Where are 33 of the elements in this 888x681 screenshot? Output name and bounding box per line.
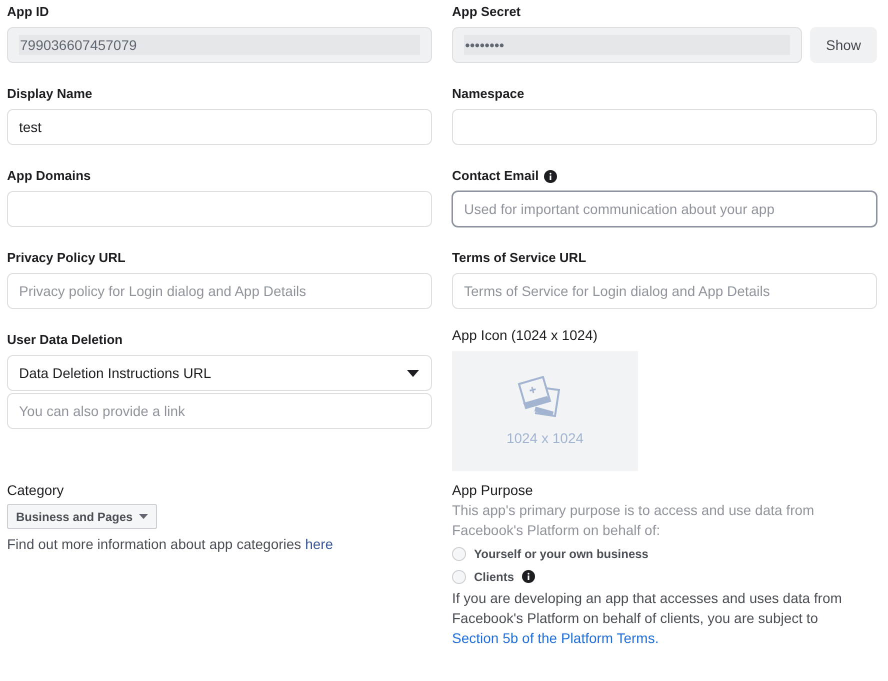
note-text: If you are developing an app that accesses and uses data from Facebook's Platform on behalf of clients, you are subject to Section 5b of the Platform Terms. [452,589,843,648]
field-label: App Domains [7,167,91,185]
caret-icon [407,370,419,376]
description-text: This app's primary purpose is to access and use data from Facebook's Platform on behalf of: [452,501,816,540]
info-icon[interactable] [544,170,557,182]
field-label: Contact Email [452,167,539,185]
input-field[interactable]: 799036607457079 [7,27,432,63]
caret-icon [138,514,148,519]
info-icon[interactable] [522,570,536,583]
terms-link[interactable]: Section 5b of the Platform Terms. [452,630,659,646]
field-label: Privacy Policy URL [7,249,126,267]
field-label: App ID [7,3,49,21]
icon-size-text: 1024 x 1024 [506,430,584,446]
field-label: Display Name [7,85,92,103]
input-field[interactable]: Used for important communication about your app [452,191,877,227]
field-label: Category [7,481,64,500]
field-label: Namespace [452,85,524,103]
category-dropdown[interactable]: Business and Pages [7,504,157,529]
input-field[interactable]: test [7,109,432,145]
field-label: Terms of Service URL [452,249,586,267]
show-button[interactable]: Show [810,27,877,63]
field-label: App Secret [452,3,521,21]
field-label: App Purpose [452,481,533,500]
radio-button[interactable] [452,546,466,560]
here-link[interactable]: here [305,536,334,552]
dropdown[interactable]: Data Deletion Instructions URL [7,355,432,391]
radio-button[interactable] [452,570,466,584]
radio-label: Clients [474,570,514,584]
help-text: Find out more information about app categories here [7,535,334,554]
field-label: User Data Deletion [7,331,123,349]
radio-label: Yourself or your own business [474,546,648,560]
secret-field[interactable]: •••••••• [452,27,802,63]
field-label: App Icon (1024 x 1024) [452,326,598,345]
